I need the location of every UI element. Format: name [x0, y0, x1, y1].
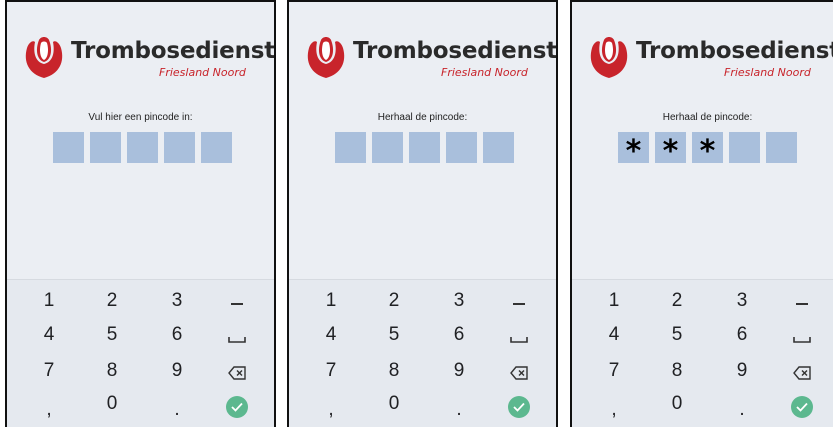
key-7[interactable]: 7 — [29, 360, 69, 382]
pin-code-field[interactable] — [335, 132, 514, 164]
backspace-icon[interactable] — [217, 366, 257, 385]
key-2[interactable]: 2 — [374, 290, 414, 312]
key-5[interactable]: 5 — [92, 324, 132, 346]
phone-screen-1: Trombosedienst Friesland Noord Vul hier ee… — [5, 0, 276, 427]
pin-digit-box[interactable] — [409, 132, 440, 163]
brand-subtitle: Friesland Noord — [159, 66, 246, 79]
pin-digit-box[interactable] — [201, 132, 232, 163]
key-1[interactable]: 1 — [594, 290, 634, 312]
key-9[interactable]: 9 — [722, 360, 762, 382]
pin-digit-box[interactable] — [164, 132, 195, 163]
key-8[interactable]: 8 — [374, 360, 414, 382]
key-4[interactable]: 4 — [594, 324, 634, 346]
pin-digit-box[interactable] — [335, 132, 366, 163]
key-6[interactable]: 6 — [722, 324, 762, 346]
minus-icon[interactable] — [499, 296, 539, 314]
tulip-logo-icon — [307, 37, 345, 78]
app-header: Trombosedienst Friesland Noord — [303, 32, 558, 82]
pin-digit-box[interactable] — [53, 132, 84, 163]
pin-digit-box[interactable]: * — [655, 132, 686, 166]
pin-code-field[interactable] — [53, 132, 232, 164]
pin-prompt: Herhaal de pincode: — [377, 112, 468, 123]
key-1[interactable]: 1 — [29, 290, 69, 312]
key-5[interactable]: 5 — [657, 324, 697, 346]
space-icon[interactable] — [782, 332, 822, 350]
minus-icon[interactable] — [782, 296, 822, 314]
check-icon[interactable] — [508, 396, 530, 418]
space-icon[interactable] — [499, 332, 539, 350]
numeric-keypad: 1 2 3 4 5 6 7 8 9, 0. — [572, 279, 833, 427]
key-0[interactable]: 0 — [657, 393, 697, 415]
key-6[interactable]: 6 — [157, 324, 197, 346]
key-2[interactable]: 2 — [92, 290, 132, 312]
key-3[interactable]: 3 — [157, 290, 197, 312]
key-3[interactable]: 3 — [439, 290, 479, 312]
pin-prompt: Herhaal de pincode: — [662, 112, 753, 123]
pin-digit-box[interactable] — [483, 132, 514, 163]
backspace-icon[interactable] — [782, 366, 822, 385]
brand-subtitle: Friesland Noord — [441, 66, 528, 79]
phone-screen-3: Trombosedienst Friesland Noord Herhaal de … — [570, 0, 833, 427]
key-4[interactable]: 4 — [29, 324, 69, 346]
pin-digit-box[interactable] — [90, 132, 121, 163]
key-0[interactable]: 0 — [92, 393, 132, 415]
check-icon[interactable] — [226, 396, 248, 418]
key-2[interactable]: 2 — [657, 290, 697, 312]
space-icon[interactable] — [217, 332, 257, 350]
key-8[interactable]: 8 — [657, 360, 697, 382]
brand-name: Trombosedienst — [636, 38, 833, 64]
key-comma[interactable]: , — [594, 393, 634, 421]
key-1[interactable]: 1 — [311, 290, 351, 312]
pin-digit-box[interactable] — [127, 132, 158, 163]
tulip-logo-icon — [590, 37, 628, 78]
pin-code-field[interactable]: * * * — [618, 132, 797, 166]
key-comma[interactable]: , — [311, 393, 351, 421]
pin-digit-box[interactable] — [446, 132, 477, 163]
key-period[interactable]: . — [157, 393, 197, 421]
app-header: Trombosedienst Friesland Noord — [586, 32, 833, 82]
pin-digit-box[interactable] — [766, 132, 797, 163]
key-3[interactable]: 3 — [722, 290, 762, 312]
tulip-logo-icon — [25, 37, 63, 78]
check-icon[interactable] — [791, 396, 813, 418]
minus-icon[interactable] — [217, 296, 257, 314]
key-period[interactable]: . — [722, 393, 762, 421]
key-7[interactable]: 7 — [594, 360, 634, 382]
brand-name: Trombosedienst — [71, 38, 276, 64]
pin-digit-box[interactable] — [729, 132, 760, 163]
key-comma[interactable]: , — [29, 393, 69, 421]
phone-screen-2: Trombosedienst Friesland Noord Herhaal de … — [287, 0, 558, 427]
pin-digit-box[interactable]: * — [618, 132, 649, 166]
backspace-icon[interactable] — [499, 366, 539, 385]
key-0[interactable]: 0 — [374, 393, 414, 415]
key-period[interactable]: . — [439, 393, 479, 421]
pin-prompt: Vul hier een pincode in: — [88, 112, 193, 123]
key-8[interactable]: 8 — [92, 360, 132, 382]
app-header: Trombosedienst Friesland Noord — [21, 32, 276, 82]
key-9[interactable]: 9 — [157, 360, 197, 382]
key-5[interactable]: 5 — [374, 324, 414, 346]
pin-digit-box[interactable] — [372, 132, 403, 163]
key-9[interactable]: 9 — [439, 360, 479, 382]
key-4[interactable]: 4 — [311, 324, 351, 346]
brand-subtitle: Friesland Noord — [724, 66, 811, 79]
pin-digit-box[interactable]: * — [692, 132, 723, 166]
brand-name: Trombosedienst — [353, 38, 558, 64]
key-6[interactable]: 6 — [439, 324, 479, 346]
numeric-keypad: 1 2 3 4 5 6 7 8 9, 0. — [7, 279, 274, 427]
numeric-keypad: 1 2 3 4 5 6 7 8 9, 0. — [289, 279, 556, 427]
key-7[interactable]: 7 — [311, 360, 351, 382]
